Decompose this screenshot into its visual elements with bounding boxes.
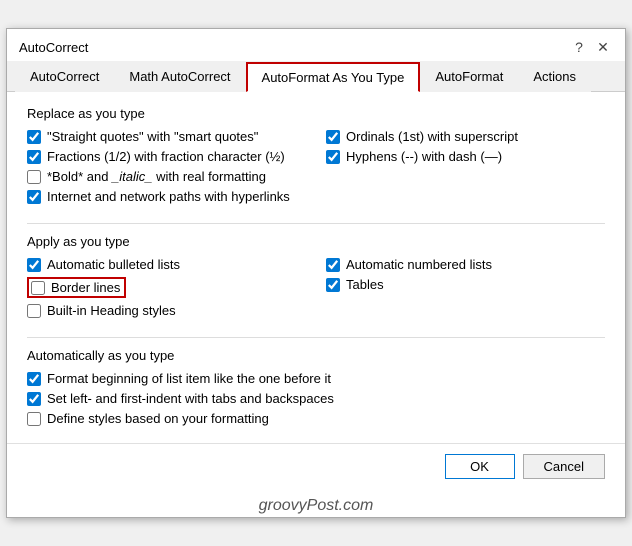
list-item: Built-in Heading styles — [27, 303, 306, 318]
ordinals-label: Ordinals (1st) with superscript — [346, 129, 518, 144]
bold-italic-checkbox[interactable] — [27, 170, 41, 184]
tab-actions[interactable]: Actions — [518, 62, 591, 92]
fractions-checkbox[interactable] — [27, 150, 41, 164]
tables-checkbox[interactable] — [326, 278, 340, 292]
list-item: "Straight quotes" with "smart quotes" — [27, 129, 306, 144]
auto-bulleted-label: Automatic bulleted lists — [47, 257, 180, 272]
set-left-indent-checkbox[interactable] — [27, 392, 41, 406]
list-item: Internet and network paths with hyperlin… — [27, 189, 306, 204]
list-item: Automatic bulleted lists — [27, 257, 306, 272]
replace-section: "Straight quotes" with "smart quotes" Fr… — [27, 129, 605, 209]
border-lines-label: Border lines — [51, 280, 120, 295]
watermark: groovyPost.com — [7, 493, 625, 517]
border-lines-row: Border lines — [27, 277, 306, 298]
tab-math-autocorrect[interactable]: Math AutoCorrect — [114, 62, 245, 92]
tab-bar: AutoCorrect Math AutoCorrect AutoFormat … — [7, 61, 625, 92]
format-beginning-label: Format beginning of list item like the o… — [47, 371, 331, 386]
define-styles-label: Define styles based on your formatting — [47, 411, 269, 426]
border-lines-highlighted: Border lines — [27, 277, 126, 298]
close-button[interactable]: ✕ — [593, 37, 613, 57]
tab-autoformat-as-you-type[interactable]: AutoFormat As You Type — [246, 62, 421, 92]
list-item: Tables — [326, 277, 605, 292]
straight-quotes-label: "Straight quotes" with "smart quotes" — [47, 129, 258, 144]
dialog-title: AutoCorrect — [19, 40, 88, 55]
auto-bulleted-checkbox[interactable] — [27, 258, 41, 272]
list-item: *Bold* and _italic_ with real formatting — [27, 169, 306, 184]
built-in-heading-checkbox[interactable] — [27, 304, 41, 318]
apply-section: Automatic bulleted lists Border lines Bu… — [27, 257, 605, 323]
divider-1 — [27, 223, 605, 224]
divider-2 — [27, 337, 605, 338]
border-lines-checkbox[interactable] — [31, 281, 45, 295]
list-item: Automatic numbered lists — [326, 257, 605, 272]
internet-paths-checkbox[interactable] — [27, 190, 41, 204]
apply-right-col: Automatic numbered lists Tables — [326, 257, 605, 323]
tables-label: Tables — [346, 277, 384, 292]
list-item: Ordinals (1st) with superscript — [326, 129, 605, 144]
format-beginning-checkbox[interactable] — [27, 372, 41, 386]
auto-numbered-label: Automatic numbered lists — [346, 257, 492, 272]
autocorrect-dialog: AutoCorrect ? ✕ AutoCorrect Math AutoCor… — [6, 28, 626, 518]
straight-quotes-checkbox[interactable] — [27, 130, 41, 144]
auto-section: Format beginning of list item like the o… — [27, 371, 605, 426]
fractions-label: Fractions (1/2) with fraction character … — [47, 149, 285, 164]
list-item: Fractions (1/2) with fraction character … — [27, 149, 306, 164]
cancel-button[interactable]: Cancel — [523, 454, 605, 479]
set-left-indent-label: Set left- and first-indent with tabs and… — [47, 391, 334, 406]
hyphens-label: Hyphens (--) with dash (—) — [346, 149, 502, 164]
built-in-heading-label: Built-in Heading styles — [47, 303, 176, 318]
list-item: Define styles based on your formatting — [27, 411, 605, 426]
auto-numbered-checkbox[interactable] — [326, 258, 340, 272]
list-item: Format beginning of list item like the o… — [27, 371, 605, 386]
dialog-content: Replace as you type "Straight quotes" wi… — [7, 92, 625, 443]
define-styles-checkbox[interactable] — [27, 412, 41, 426]
hyphens-checkbox[interactable] — [326, 150, 340, 164]
auto-section-title: Automatically as you type — [27, 348, 605, 363]
apply-left-col: Automatic bulleted lists Border lines Bu… — [27, 257, 306, 323]
replace-right-col: Ordinals (1st) with superscript Hyphens … — [326, 129, 605, 209]
replace-section-title: Replace as you type — [27, 106, 605, 121]
internet-paths-label: Internet and network paths with hyperlin… — [47, 189, 290, 204]
tab-autoformat[interactable]: AutoFormat — [420, 62, 518, 92]
ok-button[interactable]: OK — [445, 454, 515, 479]
help-button[interactable]: ? — [569, 37, 589, 57]
title-bar-controls: ? ✕ — [569, 37, 613, 57]
dialog-footer: OK Cancel — [7, 443, 625, 493]
replace-left-col: "Straight quotes" with "smart quotes" Fr… — [27, 129, 306, 209]
tab-autocorrect[interactable]: AutoCorrect — [15, 62, 114, 92]
list-item: Hyphens (--) with dash (—) — [326, 149, 605, 164]
title-bar: AutoCorrect ? ✕ — [7, 29, 625, 57]
list-item: Set left- and first-indent with tabs and… — [27, 391, 605, 406]
apply-section-title: Apply as you type — [27, 234, 605, 249]
ordinals-checkbox[interactable] — [326, 130, 340, 144]
bold-italic-label: *Bold* and _italic_ with real formatting — [47, 169, 266, 184]
